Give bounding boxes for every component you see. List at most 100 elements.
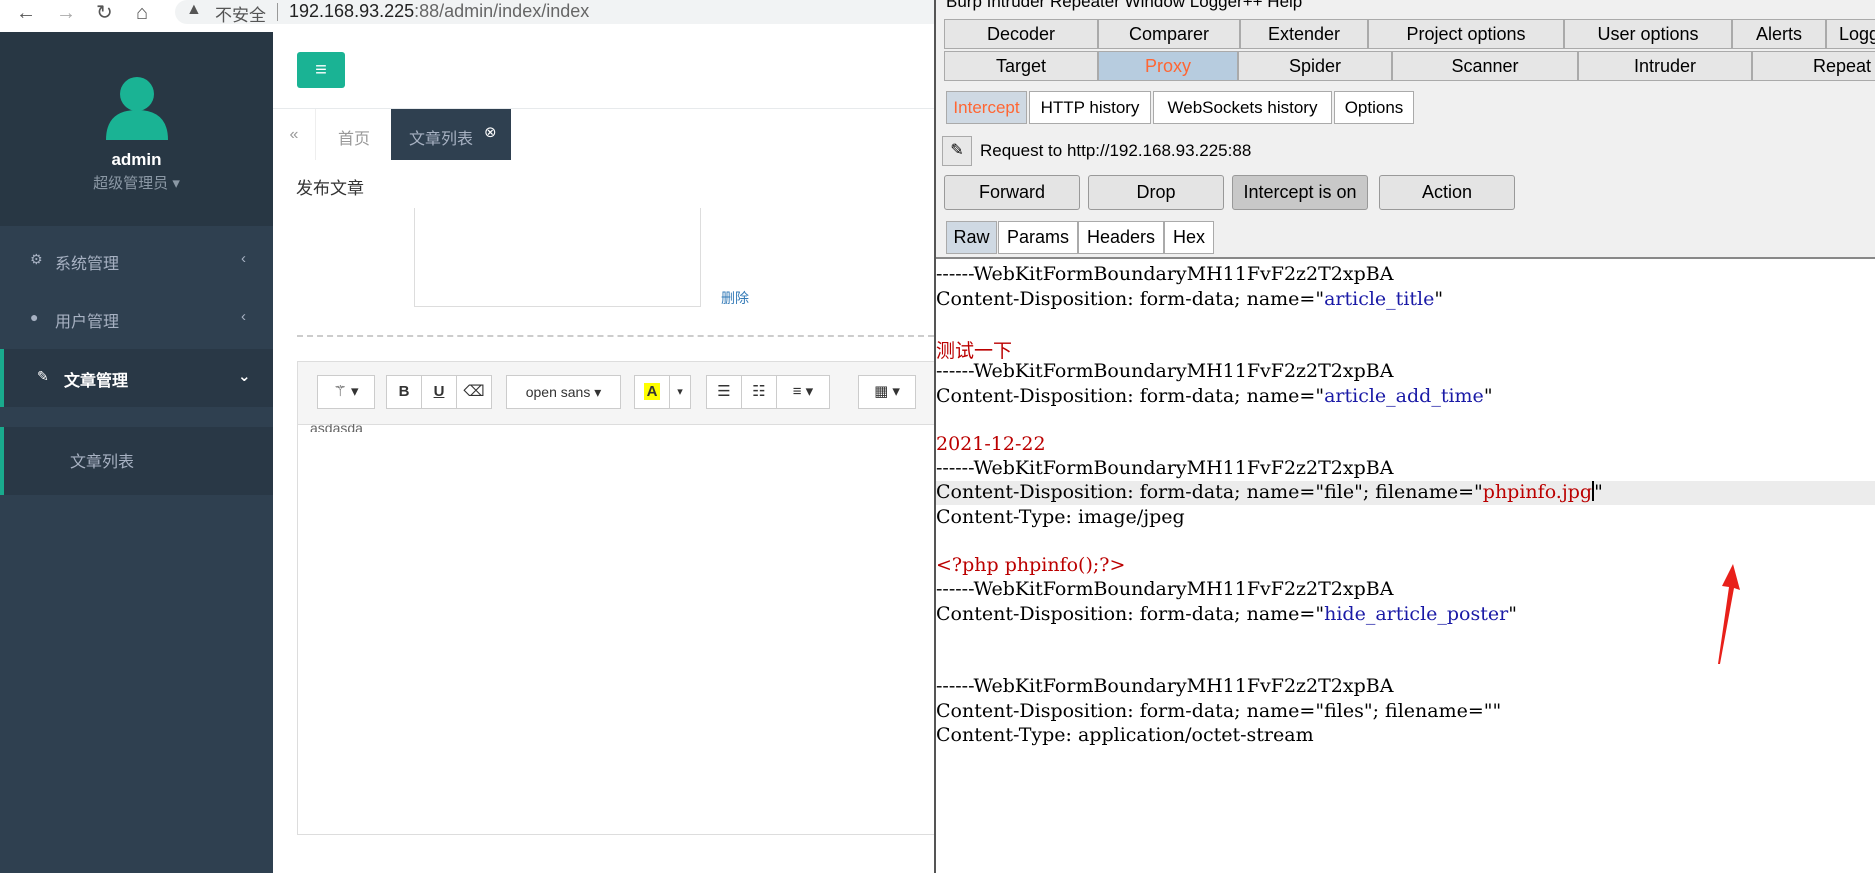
home-icon[interactable]: ⌂: [136, 2, 148, 24]
delete-link[interactable]: 删除: [721, 288, 749, 308]
cd-prefix: Content-Disposition: form-data; name=: [936, 700, 1316, 722]
filename-value: phpinfo.jpg: [1482, 481, 1593, 503]
tab-proxy[interactable]: Proxy: [1098, 51, 1238, 81]
underline-button[interactable]: U: [421, 375, 457, 409]
tab-intruder[interactable]: Intruder: [1578, 51, 1752, 81]
chevron-down-icon: ⌄: [238, 368, 251, 385]
article-form: 删除 ⚚ ▾ B U ⌫ open sans ▾ A ▾ ☰ ☷ ≡ ▾ ▦ ▾…: [273, 208, 936, 873]
tab-logger[interactable]: Logger-: [1826, 19, 1875, 49]
drop-button[interactable]: Drop: [1088, 175, 1224, 210]
tab-headers[interactable]: Headers: [1078, 221, 1164, 254]
insecure-label[interactable]: 不安全: [215, 1, 266, 26]
align-button[interactable]: ≡ ▾: [776, 375, 830, 409]
sidebar-item-label: 系统管理: [55, 256, 120, 273]
tab-alerts[interactable]: Alerts: [1732, 19, 1826, 49]
tab-user-options[interactable]: User options: [1564, 19, 1732, 49]
section-header: 发布文章: [273, 160, 934, 208]
tab-options[interactable]: Options: [1334, 91, 1414, 124]
boundary-line: ------WebKitFormBoundaryMH11FvF2z2T2xpBA: [936, 675, 1394, 697]
avatar-icon: [106, 77, 168, 140]
tab-decoder[interactable]: Decoder: [944, 19, 1098, 49]
cd-prefix: Content-Disposition: form-data; name=: [936, 385, 1316, 407]
content-type-line: Content-Type: image/jpeg: [936, 506, 1185, 528]
user-icon: ●: [30, 309, 39, 325]
field-name: files: [1324, 700, 1364, 722]
cd-prefix: Content-Disposition: form-data; name=: [936, 288, 1316, 310]
filename-label: ; filename=: [1362, 481, 1475, 503]
reload-icon[interactable]: ↻: [96, 2, 113, 24]
url-text[interactable]: 192.168.93.225:88/admin/index/index: [289, 1, 589, 22]
tab-comparer[interactable]: Comparer: [1098, 19, 1240, 49]
cd-prefix: Content-Disposition: form-data; name=: [936, 481, 1316, 503]
cd-prefix: Content-Disposition: form-data; name=: [936, 603, 1316, 625]
magic-wand-button[interactable]: ⚚ ▾: [317, 375, 375, 409]
action-button[interactable]: Action: [1379, 175, 1515, 210]
forward-icon[interactable]: →: [56, 2, 76, 24]
warning-icon[interactable]: ▲: [186, 1, 202, 19]
sidebar-subitem-article-list[interactable]: 文章列表: [0, 427, 273, 495]
filename-label: ; filename=: [1372, 700, 1484, 722]
tab-params[interactable]: Params: [998, 221, 1078, 254]
tab-scanner[interactable]: Scanner: [1392, 51, 1578, 81]
content-disposition-line: Content-Disposition: form-data; name="fi…: [936, 481, 1875, 505]
edit-icon: ✎: [37, 368, 49, 384]
editor-content[interactable]: asdasda: [310, 424, 363, 432]
page-tabbar: « 首页 文章列表 ⊗: [273, 109, 934, 161]
user-role-label: 超级管理员: [93, 175, 169, 192]
admin-sidebar: admin 超级管理员 ▾ ⚙ 系统管理 ‹ ● 用户管理 ‹ ✎ 文章管理 ⌄…: [0, 32, 273, 873]
font-select[interactable]: open sans ▾: [506, 375, 621, 409]
content-type-line: Content-Type: application/octet-stream: [936, 724, 1314, 746]
tab-extender[interactable]: Extender: [1240, 19, 1368, 49]
back-icon[interactable]: ←: [16, 2, 36, 24]
forward-button[interactable]: Forward: [944, 175, 1080, 210]
field-name: article_add_time: [1324, 385, 1484, 407]
highlight-color-button[interactable]: A: [634, 375, 670, 409]
user-role-dropdown[interactable]: 超级管理员 ▾: [0, 172, 273, 193]
tab-repeater[interactable]: Repeat: [1752, 51, 1875, 81]
tab-websockets-history[interactable]: WebSockets history: [1153, 91, 1332, 124]
bold-button[interactable]: B: [386, 375, 422, 409]
chevron-left-icon: ‹: [241, 308, 246, 325]
tab-intercept[interactable]: Intercept: [946, 91, 1027, 124]
field-name: hide_article_poster: [1324, 603, 1509, 625]
color-dropdown-button[interactable]: ▾: [669, 375, 691, 409]
tab-raw[interactable]: Raw: [946, 221, 997, 254]
sidebar-item-label: 用户管理: [55, 314, 120, 331]
tab-scroll-left-icon[interactable]: «: [273, 109, 316, 160]
divider: [297, 335, 934, 337]
sidebar-item-articles[interactable]: ✎ 文章管理 ⌄: [0, 349, 273, 407]
tab-label: 文章列表: [409, 131, 474, 148]
bullet-list-button[interactable]: ☰: [706, 375, 742, 409]
close-icon[interactable]: ⊗: [484, 123, 497, 141]
menu-toggle-button[interactable]: ≡: [297, 52, 345, 88]
url-path: :88/admin/index/index: [414, 1, 590, 21]
tab-project-options[interactable]: Project options: [1368, 19, 1564, 49]
profile-panel: admin 超级管理员 ▾: [0, 32, 273, 226]
burp-menubar[interactable]: Burp Intruder Repeater Window Logger++ H…: [936, 0, 1875, 14]
sidebar-item-users[interactable]: ● 用户管理 ‹: [0, 290, 273, 348]
eraser-button[interactable]: ⌫: [456, 375, 492, 409]
table-button[interactable]: ▦ ▾: [858, 375, 916, 409]
intercept-toggle-button[interactable]: Intercept is on: [1232, 175, 1368, 210]
tab-http-history[interactable]: HTTP history: [1029, 91, 1151, 124]
sidebar-item-system[interactable]: ⚙ 系统管理 ‹: [0, 232, 273, 290]
tab-home[interactable]: 首页: [338, 125, 370, 149]
field-name: file: [1324, 481, 1355, 503]
font-select-value: open sans: [525, 384, 591, 400]
editor-toolbar: ⚚ ▾ B U ⌫ open sans ▾ A ▾ ☰ ☷ ≡ ▾ ▦ ▾: [298, 362, 935, 425]
burp-window: Burp Intruder Repeater Window Logger++ H…: [934, 0, 1875, 875]
tab-article-list[interactable]: 文章列表 ⊗: [391, 109, 511, 160]
tab-spider[interactable]: Spider: [1238, 51, 1392, 81]
caret-down-icon: ▾: [172, 175, 180, 192]
tab-target[interactable]: Target: [944, 51, 1098, 81]
annotation-arrow-icon: [1718, 564, 1740, 664]
boundary-line: ------WebKitFormBoundaryMH11FvF2z2T2xpBA: [936, 360, 1394, 382]
url-host: 192.168.93.225: [289, 1, 415, 21]
numbered-list-button[interactable]: ☷: [741, 375, 777, 409]
burp-menubar-text: Burp Intruder Repeater Window Logger++ H…: [946, 0, 1303, 11]
boundary-line: ------WebKitFormBoundaryMH11FvF2z2T2xpBA: [936, 457, 1394, 479]
pencil-icon[interactable]: ✎: [942, 136, 972, 166]
poster-preview: [414, 208, 701, 307]
section-title: 发布文章: [296, 179, 364, 198]
tab-hex[interactable]: Hex: [1164, 221, 1214, 254]
